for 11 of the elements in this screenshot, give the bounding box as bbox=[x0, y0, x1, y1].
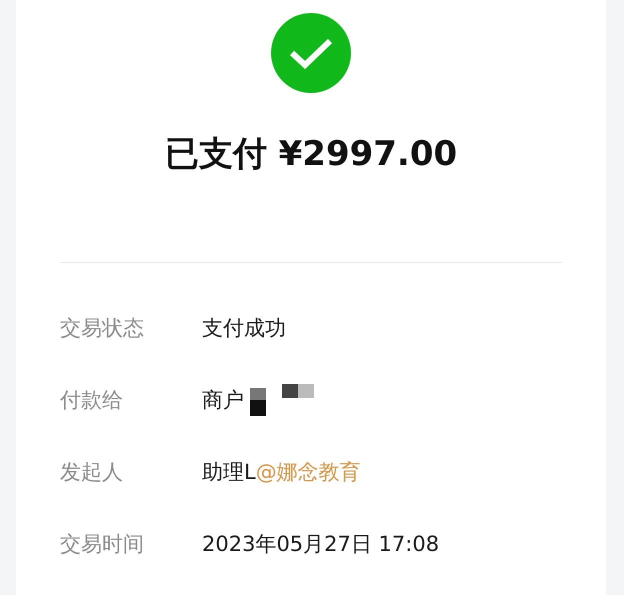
detail-label: 交易状态 bbox=[60, 315, 145, 342]
detail-value: 2023年05月27日 17:08 bbox=[202, 531, 440, 558]
mention-text: @娜念教育 bbox=[256, 459, 361, 486]
payment-title: 已支付 ¥2997.00 bbox=[164, 133, 458, 176]
detail-label: 付款给 bbox=[60, 387, 124, 414]
detail-value: 助理L bbox=[202, 459, 256, 486]
detail-value: 支付成功 bbox=[202, 315, 286, 342]
detail-value: 商户 bbox=[202, 387, 244, 414]
success-check-icon bbox=[271, 13, 351, 93]
detail-label: 交易时间 bbox=[60, 531, 145, 558]
detail-label: 发起人 bbox=[60, 459, 124, 486]
